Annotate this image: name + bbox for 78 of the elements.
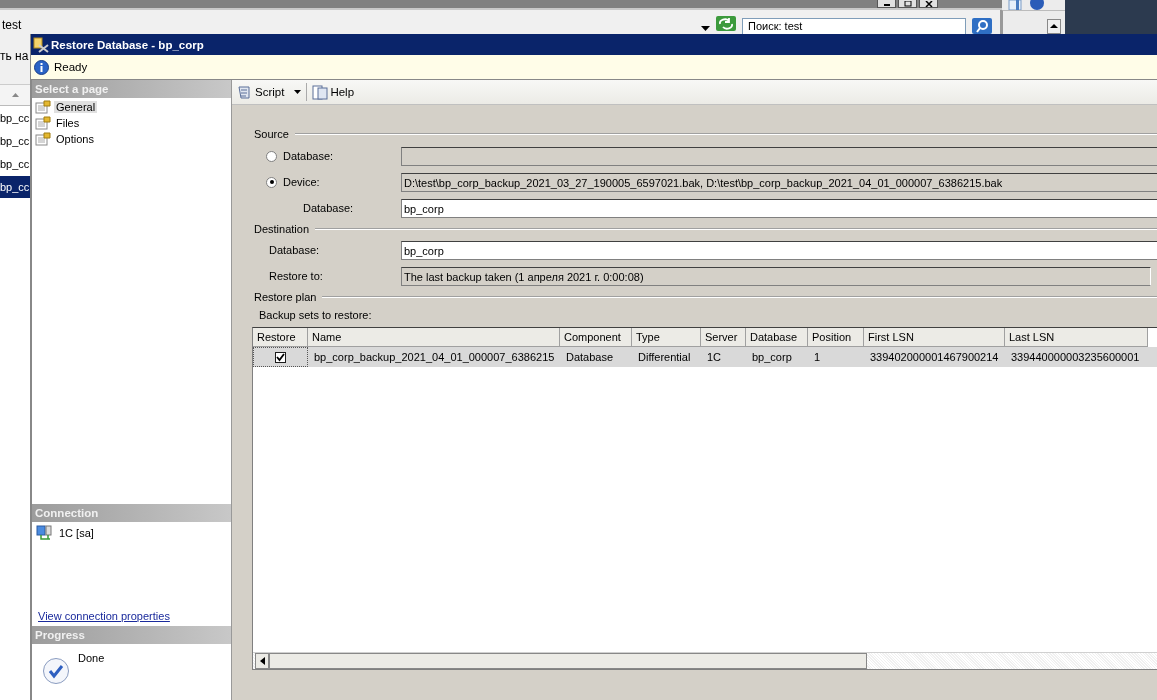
window-title: Restore Database - bp_corp	[51, 38, 204, 51]
input-field[interactable]: bp_corp	[401, 198, 1157, 218]
database-tools-icon	[33, 36, 49, 53]
page-icon	[35, 132, 51, 146]
page-list-item[interactable]: Options	[54, 133, 96, 145]
table-cell-text: 1	[813, 350, 822, 365]
column-header[interactable]: Server	[701, 328, 746, 347]
section-header: Progress	[32, 626, 231, 644]
script-icon	[237, 84, 253, 100]
checkbox[interactable]	[275, 351, 286, 363]
minimize-icon	[882, 1, 891, 7]
help-button[interactable]: Help	[310, 82, 357, 102]
dropdown-arrow-icon[interactable]	[701, 26, 710, 31]
page-icon	[35, 100, 51, 114]
option-label: Database:	[283, 150, 334, 162]
section-header: Connection	[32, 504, 231, 522]
table-cell-text: Database	[565, 350, 615, 365]
list-item[interactable]: bp_cc	[0, 130, 30, 152]
radio-button[interactable]	[266, 176, 277, 188]
connection-server: 1C [sa]	[59, 527, 94, 539]
table-caption: Backup sets to restore:	[258, 308, 373, 323]
radio-button[interactable]	[266, 150, 277, 162]
input-field[interactable]: The last backup taken (1 апреля 2021 г. 0:00:08)	[401, 266, 1151, 286]
section-header: Select a page	[32, 80, 231, 98]
input-field[interactable]: bp_corp	[401, 240, 1157, 260]
page-list-item[interactable]: General	[54, 101, 98, 113]
toolbar-text: ть на	[0, 34, 30, 85]
input-field[interactable]: D:\test\bp_corp_backup_2021_03_27_190005_6597021.bak, D:\test\bp_corp_backup_2021_04_01_000007_6386215.bak	[401, 172, 1157, 192]
book-icon[interactable]	[1008, 0, 1022, 10]
script-dropdown-button[interactable]: Script	[235, 82, 304, 102]
minimize-button[interactable]	[877, 0, 896, 8]
table-cell-text: bp_corp_backup_2021_04_01_000007_6386215	[313, 350, 556, 365]
field-label: Database:	[268, 244, 321, 256]
table-cell-text: 339402000001467900214	[869, 350, 1000, 365]
table-cell-text: 1C	[706, 350, 723, 365]
column-header[interactable]: Name	[308, 328, 560, 347]
column-header[interactable]: Restore	[253, 328, 308, 347]
table-cell-text: Differential	[637, 350, 692, 365]
caret-icon	[294, 90, 302, 94]
column-header[interactable]: Position	[808, 328, 864, 347]
group-title: Destination	[254, 223, 310, 235]
close-button[interactable]	[919, 0, 938, 8]
field-label: Database:	[302, 202, 355, 214]
table-cell-text: bp_corp	[751, 350, 793, 365]
table-cell-text: 339440000003235600001	[1010, 350, 1141, 365]
column-header[interactable]: Last LSN	[1005, 328, 1148, 347]
option-label: Device:	[283, 176, 320, 188]
close-icon	[924, 1, 933, 7]
scroll-up-icon[interactable]	[1047, 19, 1061, 34]
server-connection-icon	[36, 525, 54, 541]
done-check-icon	[42, 657, 70, 685]
toolbar-text: test	[2, 18, 22, 34]
column-header[interactable]: Component	[560, 328, 632, 347]
list-item[interactable]: bp_cc	[0, 176, 30, 198]
page-list-item[interactable]: Files	[54, 117, 82, 129]
maximize-button[interactable]	[898, 0, 917, 8]
column-header[interactable]: Type	[632, 328, 701, 347]
group-title: Source	[254, 128, 289, 140]
field-label: Restore to:	[268, 270, 324, 282]
search-field[interactable]: Поиск: test	[742, 18, 966, 34]
group-title: Restore plan	[254, 291, 317, 303]
horizontal-scrollbar[interactable]	[253, 652, 1157, 669]
status-text: Ready	[54, 61, 88, 73]
help-book-icon	[312, 84, 329, 100]
column-header[interactable]: First LSN	[864, 328, 1005, 347]
input-field[interactable]	[401, 146, 1157, 166]
progress-status: Done	[78, 652, 105, 664]
list-item[interactable]: bp_cc	[0, 107, 30, 129]
sort-arrow-icon	[12, 93, 19, 97]
info-icon	[34, 59, 49, 75]
refresh-icon[interactable]	[716, 16, 736, 31]
left-arrow-icon[interactable]	[259, 657, 265, 665]
maximize-icon	[903, 1, 912, 7]
list-item[interactable]: bp_cc	[0, 153, 30, 175]
column-header[interactable]: Database	[746, 328, 808, 347]
search-icon[interactable]	[972, 18, 992, 34]
page-icon	[35, 116, 51, 130]
connection-properties-link[interactable]: View connection properties	[32, 610, 231, 626]
